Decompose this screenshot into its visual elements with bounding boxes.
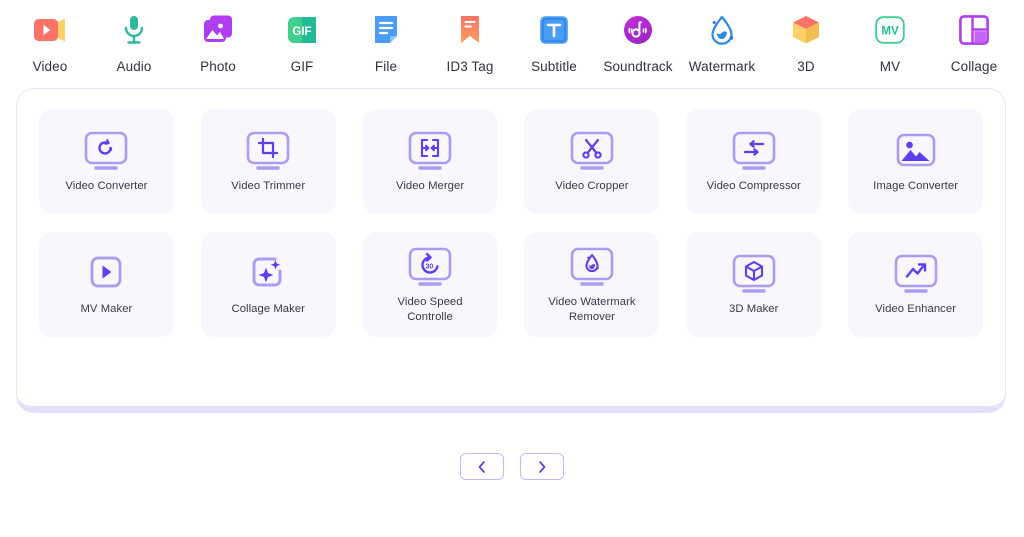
tool-card-label: Video Enhancer — [875, 302, 956, 316]
sparkle-frame-icon — [242, 252, 294, 298]
chevron-left-icon — [476, 460, 488, 474]
document-icon — [366, 10, 406, 50]
monitor-crop-icon — [242, 129, 294, 175]
bookmark-tag-icon — [450, 10, 490, 50]
svg-text:MV: MV — [881, 26, 899, 38]
tool-card-video-cropper[interactable]: Video Cropper — [524, 109, 659, 214]
tool-card-label: Video Cropper — [555, 179, 628, 193]
tool-card-label: Video Merger — [396, 179, 464, 193]
toolbar-item-file[interactable]: File — [344, 10, 428, 74]
toolbar-item-label: Watermark — [689, 59, 755, 74]
tool-card-video-compressor[interactable]: Video Compressor — [686, 109, 821, 214]
tool-card-mv-maker[interactable]: MV Maker — [39, 232, 174, 337]
tool-card-collage-maker[interactable]: Collage Maker — [201, 232, 336, 337]
monitor-droplet-icon — [566, 245, 618, 291]
tool-card-video-converter[interactable]: Video Converter — [39, 109, 174, 214]
tool-card-label: Image Converter — [873, 179, 958, 193]
toolbar-item-label: Video — [33, 59, 68, 74]
collage-grid-icon — [954, 10, 994, 50]
tool-card-video-speed-controller[interactable]: 30 Video Speed Controlle — [363, 232, 498, 337]
text-t-icon — [534, 10, 574, 50]
toolbar-item-label: Soundtrack — [603, 59, 672, 74]
tool-card-label: MV Maker — [80, 302, 132, 316]
monitor-compress-icon — [728, 129, 780, 175]
picture-icon — [198, 10, 238, 50]
toolbar-item-subtitle[interactable]: Subtitle — [512, 10, 596, 74]
tools-panel: Video Converter Video Trimmer — [16, 88, 1006, 413]
tool-card-image-converter[interactable]: Image Converter — [848, 109, 983, 214]
pagination-prev-button[interactable] — [460, 453, 504, 480]
toolbar-item-label: MV — [880, 59, 900, 74]
tool-card-3d-maker[interactable]: 3D Maker — [686, 232, 821, 337]
tool-card-video-trimmer[interactable]: Video Trimmer — [201, 109, 336, 214]
toolbar-item-id3tag[interactable]: ID3 Tag — [428, 10, 512, 74]
tool-card-video-enhancer[interactable]: Video Enhancer — [848, 232, 983, 337]
pagination-next-button[interactable] — [520, 453, 564, 480]
chevron-right-icon — [536, 460, 548, 474]
tool-card-label: 3D Maker — [729, 302, 778, 316]
microphone-icon — [114, 10, 154, 50]
monitor-merge-icon — [404, 129, 456, 175]
toolbar-item-soundtrack[interactable]: Soundtrack — [596, 10, 680, 74]
image-picture-icon — [890, 129, 942, 175]
mv-badge-icon: MV — [870, 10, 910, 50]
water-drop-icon — [702, 10, 742, 50]
toolbar-item-mv[interactable]: MV MV — [848, 10, 932, 74]
tool-card-label: Video Trimmer — [231, 179, 305, 193]
tool-card-label: Video Converter — [65, 179, 147, 193]
toolbar-item-label: 3D — [797, 59, 814, 74]
svg-text:30: 30 — [426, 264, 434, 271]
toolbar-item-3d[interactable]: 3D — [764, 10, 848, 74]
toolbar-item-gif[interactable]: GIF GIF — [260, 10, 344, 74]
tool-card-label: Video Watermark Remover — [536, 295, 648, 323]
pagination — [0, 453, 1024, 480]
tool-card-label: Collage Maker — [232, 302, 305, 316]
top-toolbar: Video Audio Photo — [0, 0, 1024, 88]
tools-panel-wrap: Video Converter Video Trimmer — [0, 88, 1024, 413]
monitor-trendup-icon — [890, 252, 942, 298]
toolbar-item-label: Collage — [951, 59, 997, 74]
tools-grid: Video Converter Video Trimmer — [39, 109, 983, 337]
monitor-scissors-icon — [566, 129, 618, 175]
tool-card-label: Video Speed Controlle — [374, 295, 486, 323]
toolbar-item-label: Subtitle — [531, 59, 577, 74]
toolbar-item-photo[interactable]: Photo — [176, 10, 260, 74]
toolbar-item-label: GIF — [291, 59, 314, 74]
toolbar-item-label: ID3 Tag — [447, 59, 494, 74]
toolbar-item-label: File — [375, 59, 397, 74]
monitor-speed-30-icon: 30 — [404, 245, 456, 291]
music-disc-icon — [618, 10, 658, 50]
toolbar-item-audio[interactable]: Audio — [92, 10, 176, 74]
video-camera-icon — [30, 10, 70, 50]
cube-icon — [786, 10, 826, 50]
toolbar-item-collage[interactable]: Collage — [932, 10, 1016, 74]
tool-card-video-watermark-remover[interactable]: Video Watermark Remover — [524, 232, 659, 337]
gif-icon: GIF — [282, 10, 322, 50]
toolbar-item-video[interactable]: Video — [8, 10, 92, 74]
toolbar-item-label: Audio — [116, 59, 151, 74]
monitor-cube-icon — [728, 252, 780, 298]
toolbar-item-label: Photo — [200, 59, 236, 74]
tool-card-label: Video Compressor — [707, 179, 801, 193]
svg-text:GIF: GIF — [292, 26, 311, 38]
toolbar-item-watermark[interactable]: Watermark — [680, 10, 764, 74]
play-square-icon — [80, 252, 132, 298]
monitor-refresh-icon — [80, 129, 132, 175]
tool-card-video-merger[interactable]: Video Merger — [363, 109, 498, 214]
